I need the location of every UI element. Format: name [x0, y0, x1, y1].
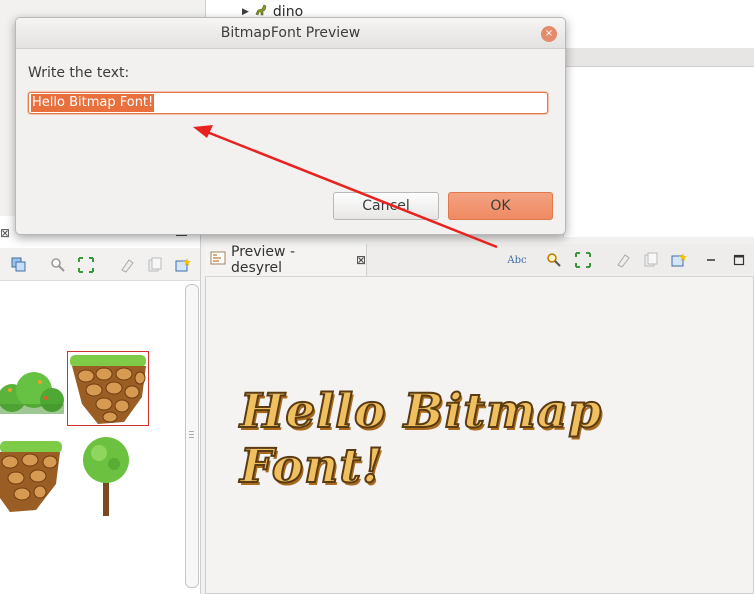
prompt-label: Write the text: — [28, 65, 130, 81]
copy-icon[interactable] — [147, 257, 163, 273]
fit-icon[interactable] — [575, 252, 591, 268]
tab-preview[interactable]: Preview - desyrel ⊠ — [205, 244, 367, 276]
bitmapfont-preview-dialog: BitmapFont Preview × Write the text: Hel… — [15, 17, 566, 235]
dialog-title: BitmapFont Preview — [220, 25, 361, 41]
ground-tile[interactable] — [0, 438, 62, 516]
zoom-icon[interactable] — [50, 257, 66, 273]
triangle-expand-icon[interactable]: ▶ — [242, 7, 249, 17]
tab-title: Preview - desyrel — [231, 244, 295, 276]
close-icon[interactable]: × — [541, 26, 557, 42]
new-window-icon[interactable] — [175, 257, 191, 273]
assets-toolbar — [0, 248, 200, 281]
selected-input-text[interactable]: Hello Bitmap Font! — [31, 94, 155, 112]
close-icon[interactable]: ⊠ — [356, 253, 366, 267]
bitmap-font-icon — [210, 251, 226, 269]
text-input[interactable]: Hello Bitmap Font! — [28, 92, 548, 114]
eraser-icon[interactable] — [615, 252, 631, 268]
new-window-icon[interactable] — [671, 252, 687, 268]
minimize-icon[interactable] — [703, 252, 719, 268]
abc-text-icon[interactable]: Abc — [505, 252, 529, 268]
bitmap-font-preview-text: Hello Bitmap Font! — [239, 383, 603, 495]
selected-tile[interactable] — [67, 351, 149, 426]
close-icon[interactable]: ⊠ — [0, 226, 10, 240]
right-panel-body — [563, 67, 754, 237]
zoom-icon[interactable] — [546, 252, 562, 268]
maximize-icon[interactable] — [731, 252, 747, 268]
fit-icon[interactable] — [78, 257, 94, 273]
eraser-icon[interactable] — [119, 257, 135, 273]
cancel-button[interactable]: Cancel — [333, 192, 439, 220]
tree-sprite[interactable] — [80, 434, 132, 518]
ok-button[interactable]: OK — [448, 192, 553, 220]
bush-sprite[interactable] — [0, 360, 64, 416]
copy-icon[interactable] — [11, 257, 27, 273]
copy-icon[interactable] — [643, 252, 659, 268]
assets-scrollbar[interactable] — [185, 284, 199, 588]
right-panel-header — [563, 48, 754, 67]
